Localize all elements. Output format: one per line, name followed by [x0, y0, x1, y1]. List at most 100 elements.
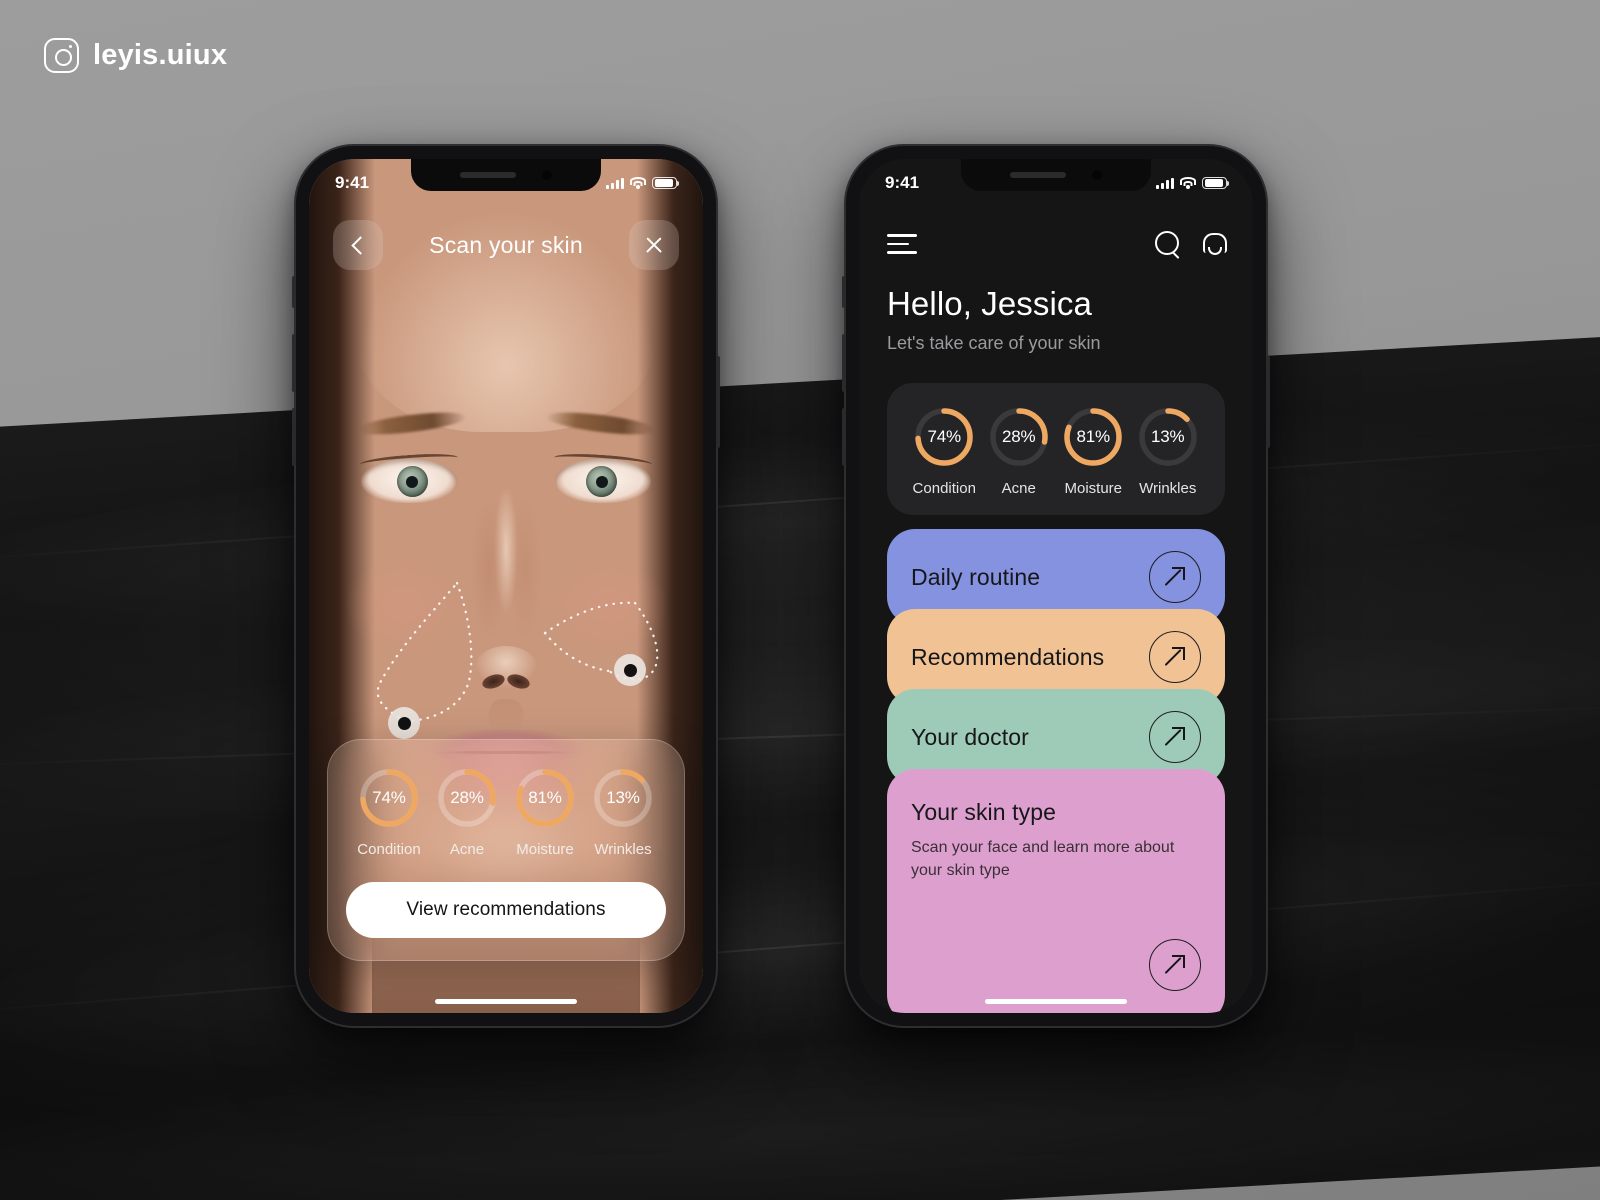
cheek-left [343, 557, 463, 653]
metric-value: 81% [1076, 427, 1111, 446]
metric-acne[interactable]: 28% Acne [982, 405, 1057, 497]
close-icon [644, 235, 664, 255]
battery-icon [1202, 176, 1230, 190]
status-indicators [606, 176, 680, 190]
card-open-button[interactable] [1149, 711, 1201, 763]
front-camera [542, 170, 552, 180]
view-recommendations-button[interactable]: View recommendations [346, 882, 666, 938]
signal-icon [1156, 177, 1174, 189]
metric-label: Moisture [516, 841, 574, 858]
power-button[interactable] [1266, 356, 1270, 448]
metric-label: Acne [449, 841, 485, 858]
notch [961, 159, 1151, 191]
progress-ring: 81% [1061, 405, 1125, 469]
home-screen: 9:41 Hello, Jessica Let's take care of y… [859, 159, 1253, 1013]
phone-mockup-scan: 9:41 Scan your skin 74% Condition 28% Ac… [292, 146, 720, 1026]
metric-label: Wrinkles [1139, 480, 1197, 497]
arrow-up-right-icon [1165, 727, 1185, 747]
metric-moisture[interactable]: 81% Moisture [506, 766, 584, 858]
metric-wrinkles[interactable]: 13% Wrinkles [1131, 405, 1206, 497]
skin-metrics-card: 74% Condition 28% Acne 81% Moisture 13% … [887, 383, 1225, 515]
card-title: Your skin type [911, 799, 1057, 825]
card-open-button[interactable] [1149, 631, 1201, 683]
volume-up-button[interactable] [292, 334, 296, 392]
progress-ring: 13% [591, 766, 655, 830]
home-indicator[interactable] [435, 999, 577, 1004]
progress-ring: 28% [435, 766, 499, 830]
scan-marker[interactable] [388, 707, 420, 739]
metric-label: Wrinkles [594, 841, 652, 858]
bell-icon[interactable] [1201, 231, 1227, 257]
metric-value: 28% [1002, 427, 1036, 446]
card-title: Recommendations [911, 643, 1105, 670]
card-title: Daily routine [911, 563, 1041, 590]
watermark-handle: leyis.uiux [93, 39, 228, 71]
chevron-left-icon [350, 235, 370, 255]
metric-condition[interactable]: 74% Condition [907, 405, 982, 497]
close-button[interactable] [629, 220, 679, 270]
search-icon[interactable] [1155, 231, 1181, 257]
progress-ring: 28% [987, 405, 1051, 469]
metric-value: 81% [528, 788, 562, 807]
metric-value: 28% [450, 788, 484, 807]
volume-up-button[interactable] [842, 334, 846, 392]
progress-ring: 81% [513, 766, 577, 830]
scan-marker-core [623, 663, 637, 677]
metric-value: 74% [927, 427, 962, 446]
arrow-up-right-icon [1165, 647, 1185, 667]
notch [411, 159, 601, 191]
backdrop [0, 0, 1600, 1200]
metric-moisture[interactable]: 81% Moisture [1056, 405, 1131, 497]
hamburger-menu-icon[interactable] [887, 234, 917, 254]
scan-results-panel: 74% Condition 28% Acne 81% Moisture 13% … [327, 739, 685, 961]
metric-label: Moisture [1064, 480, 1123, 497]
front-camera [1092, 170, 1102, 180]
scan-marker-core [397, 716, 411, 730]
greeting-title: Hello, Jessica [887, 285, 1092, 322]
metric-acne[interactable]: 28% Acne [428, 766, 506, 858]
status-time: 9:41 [885, 173, 920, 192]
scan-marker[interactable] [614, 654, 646, 686]
card-open-button[interactable] [1149, 939, 1201, 991]
card-open-button[interactable] [1149, 551, 1201, 603]
metric-value: 13% [606, 788, 640, 807]
cheek-right [549, 557, 669, 653]
pupil-right [596, 476, 608, 488]
mute-switch[interactable] [842, 276, 846, 308]
arrow-up-right-icon [1165, 955, 1185, 975]
pupil-left [406, 476, 418, 488]
status-indicators [1156, 176, 1230, 190]
card-title: Your doctor [911, 723, 1029, 750]
page-title: Scan your skin [429, 231, 583, 258]
metric-label: Acne [1001, 480, 1036, 497]
progress-ring: 74% [912, 405, 976, 469]
metric-label: Condition [357, 841, 421, 858]
card-subtitle: Scan your face and learn more about your… [911, 839, 1175, 880]
watermark: leyis.uiux [44, 38, 227, 73]
greeting-subtitle: Let's take care of your skin [887, 333, 1101, 353]
signal-icon [606, 177, 624, 189]
metric-wrinkles[interactable]: 13% Wrinkles [584, 766, 662, 858]
card-your-skin-type[interactable]: Your skin type Scan your face and learn … [887, 769, 1225, 1013]
battery-icon [652, 176, 680, 190]
earpiece-speaker [460, 172, 516, 178]
volume-down-button[interactable] [842, 408, 846, 466]
metrics-row-scan: 74% Condition 28% Acne 81% Moisture 13% … [346, 766, 666, 858]
progress-ring: 13% [1136, 405, 1200, 469]
scan-screen: 9:41 Scan your skin 74% Condition 28% Ac… [309, 159, 703, 1013]
back-button[interactable] [333, 220, 383, 270]
metric-condition[interactable]: 74% Condition [350, 766, 428, 858]
power-button[interactable] [716, 356, 720, 448]
wifi-icon [1180, 177, 1196, 189]
arrow-up-right-icon [1165, 567, 1185, 587]
philtrum [489, 699, 523, 733]
phone-mockup-home: 9:41 Hello, Jessica Let's take care of y… [842, 146, 1270, 1026]
home-indicator[interactable] [985, 999, 1127, 1004]
volume-down-button[interactable] [292, 408, 296, 466]
metric-value: 13% [1151, 427, 1185, 446]
progress-ring: 74% [357, 766, 421, 830]
home-navbar [859, 221, 1253, 267]
status-time: 9:41 [335, 173, 370, 192]
mute-switch[interactable] [292, 276, 296, 308]
greeting-block: Hello, Jessica Let's take care of your s… [887, 285, 1225, 354]
